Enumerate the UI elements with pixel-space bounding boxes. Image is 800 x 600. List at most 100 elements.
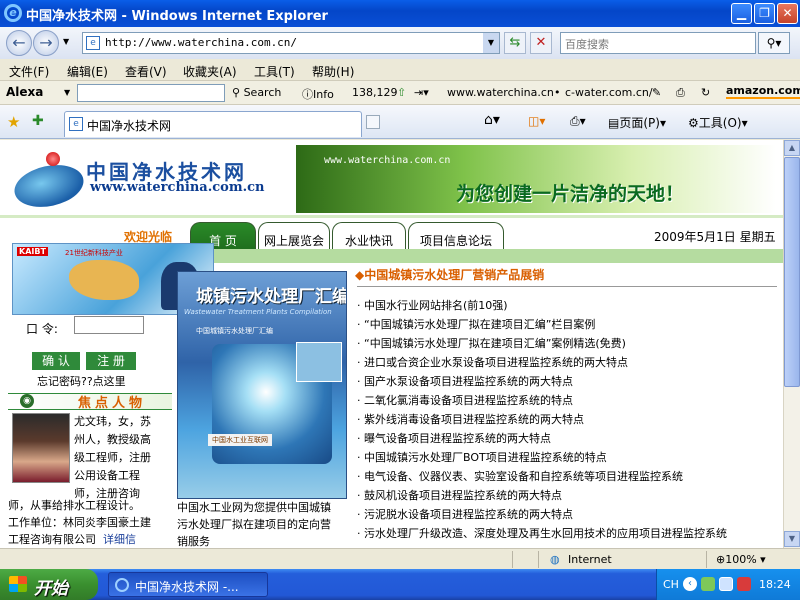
new-tab-button[interactable] [366,115,380,129]
minimize-button[interactable]: ▁ [731,3,752,24]
caption-line: 销服务 [177,535,210,548]
stop-button[interactable]: ✕ [530,32,552,54]
register-button[interactable]: 注 册 [86,352,136,370]
news-link[interactable]: · 进口或合资企业水泵设备项目进程监控系统的两大特点 [357,353,777,372]
home-icon[interactable]: ⌂▾ [484,112,500,128]
address-url[interactable]: http://www.waterchina.com.cn/ [105,36,297,49]
login-confirm-button[interactable]: 确 认 [32,352,80,370]
tools-menu-label: 工具(O) [698,116,742,130]
page-menu-button[interactable]: ▤页面(P)▾ [608,114,666,131]
caption-line: 污水处理厂拟在建项目的定向营 [177,518,331,531]
alexa-site-link-1[interactable]: www.waterchina.cn [447,86,554,99]
nav-tab-forum[interactable]: 项目信息论坛 [408,222,504,250]
current-date: 2009年5月1日 星期五 [654,230,776,244]
address-bar[interactable]: e http://www.waterchina.com.cn/ ▼ [82,32,500,54]
search-button[interactable]: ⚲▾ [758,32,790,54]
menu-help[interactable]: 帮助(H) [312,63,354,80]
restore-button[interactable]: ❐ [754,3,775,24]
address-dropdown-icon[interactable]: ▼ [483,33,499,53]
related-links-icon[interactable]: ⇥▾ [414,86,429,99]
taskbar: 开始 中国净水技术网 -... CH ‹ 18:24 [0,569,800,600]
news-link[interactable]: · 曝气设备项目进程监控系统的两大特点 [357,429,777,448]
favorites-star-icon[interactable]: ★ [7,113,20,131]
tab-active[interactable]: e 中国净水技术网 [64,111,362,137]
ad-brand: KAIBT [17,247,48,256]
page-menu-label: 页面(P) [619,116,660,130]
forward-button[interactable]: → [33,30,59,56]
news-link[interactable]: · 紫外线消毒设备项目进程监控系统的两大特点 [357,410,777,429]
alexa-search-input[interactable] [77,84,225,102]
start-button[interactable]: 开始 [0,569,98,600]
refresh-icon: ⇆ [509,35,521,50]
print-button[interactable]: ⎙▾ [570,114,586,129]
taskbar-ie-window[interactable]: 中国净水技术网 -... [108,572,268,597]
history-dropdown-icon[interactable]: ▼ [63,37,69,46]
scrollbar-thumb[interactable] [784,157,800,387]
menu-favorites[interactable]: 收藏夹(A) [183,63,237,80]
refresh-globe-icon[interactable]: ↻ [701,86,710,99]
menu-file[interactable]: 文件(F) [9,63,49,80]
taskbar-item-label: 中国净水技术网 -... [135,580,239,594]
alexa-rank: 138,129 [352,86,398,99]
nav-tab-expo[interactable]: 网上展览会 [258,222,330,250]
nav-tab-news[interactable]: 水业快讯 [332,222,406,250]
tray-network-icon[interactable] [719,577,733,591]
tools-menu-button[interactable]: ⚙工具(O)▾ [688,114,748,131]
news-link[interactable]: · 污泥脱水设备项目进程监控系统的两大特点 [357,505,777,524]
alexa-site-link-2[interactable]: c-water.com.cn/ [565,86,653,99]
amazon-link[interactable]: amazon.com. [726,84,800,99]
zoom-level: 100% [725,553,757,566]
news-link[interactable]: · “中国城镇污水处理厂拟在建项目汇编”案例精选(免费) [357,334,777,353]
news-link[interactable]: · 中国城镇污水处理厂BOT项目进程监控系统的特点 [357,448,777,467]
input-method-indicator[interactable]: CH [663,578,679,591]
news-link[interactable]: · 鼓风机设备项目进程监控系统的两大特点 [357,486,777,505]
tool-icon[interactable]: ✎ [652,86,661,99]
tray-security-shield-icon[interactable] [737,577,751,591]
news-link[interactable]: · 电气设备、仪器仪表、实验室设备和自控系统等项目进程监控系统 [357,467,777,486]
person-portrait[interactable] [12,413,70,483]
news-link[interactable]: · “中国城镇污水处理厂拟在建项目汇编”栏目案例 [357,315,777,334]
news-link[interactable]: · 污水处理厂升级改造、深度处理及再生水回用技术的应用项目进程监控系统 [357,524,777,543]
add-favorite-icon[interactable]: ✚ [32,113,44,129]
person-bio: 尤文玮，女，苏 州人，教授级高 级工程师，注册 公用设备工程 师，注册咨询 [74,413,174,503]
start-label: 开始 [34,579,68,599]
alexa-info-button[interactable]: ⓘInfo [302,86,334,102]
back-button[interactable]: ← [6,30,32,56]
news-link[interactable]: · 二氧化氯消毒设备项目进程监控系统的特点 [357,391,777,410]
alexa-brand[interactable]: Alexa [6,85,43,99]
close-button[interactable]: ✕ [777,3,798,24]
status-separator [706,551,707,568]
menu-view[interactable]: 查看(V) [125,63,167,80]
tray-arrow-icon[interactable]: ‹ [683,577,697,591]
alexa-dropdown-icon[interactable]: ▼ [64,88,70,97]
refresh-button[interactable]: ⇆ [504,32,526,54]
tray-user-icon[interactable] [701,577,715,591]
bio-line: 师，从事给排水工程设计。 [8,499,140,512]
alexa-search-button[interactable]: ⚲ Search [232,86,281,99]
menu-edit[interactable]: 编辑(E) [67,63,108,80]
print-icon[interactable]: ⎙ [676,86,685,100]
zoom-icon: ⊕ [716,553,726,566]
zoom-control[interactable]: ⊕100% ▾ [716,553,766,566]
news-link[interactable]: · 中国水行业网站排名(前10强) [357,296,777,315]
scroll-down-arrow-icon[interactable]: ▼ [784,531,800,547]
camera-icon: ◉ [20,394,34,408]
status-separator [512,551,513,568]
search-input[interactable]: 百度搜索 [560,32,756,54]
bio-line: 工作单位：林同炎李国豪土建 [8,516,151,529]
details-link[interactable]: 详细信 [103,533,136,546]
logo-red-dot [46,152,60,166]
compilation-cover-image[interactable]: 城镇污水处理厂汇编 Wastewater Treatment Plants Co… [177,271,347,499]
vertical-scrollbar[interactable]: ▲ ▼ [783,140,800,548]
site-logo[interactable]: 中国净水技术网 www.waterchina.com.cn [10,148,270,213]
cover-plant-photo [296,342,342,382]
forgot-password-link[interactable]: 忘记密码??点这里 [37,373,126,389]
title-bar: e 中国净水技术网 - Windows Internet Explorer ▁ … [0,0,800,27]
password-input[interactable] [74,316,144,334]
menu-tools[interactable]: 工具(T) [254,63,295,80]
feeds-icon[interactable]: ◫▾ [528,114,545,128]
news-link[interactable]: · 国产水泵设备项目进程监控系统的两大特点 [357,372,777,391]
back-arrow-icon: ← [12,33,26,52]
scroll-up-arrow-icon[interactable]: ▲ [784,140,800,156]
logo-url: www.waterchina.com.cn [90,180,265,195]
